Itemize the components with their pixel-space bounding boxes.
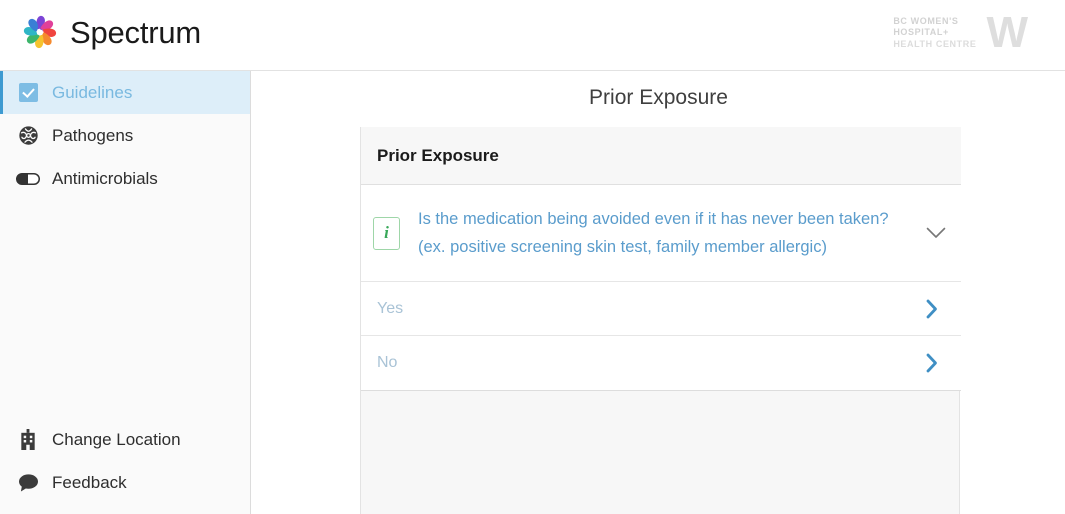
answer-row-yes[interactable]: Yes <box>361 282 961 336</box>
question-row[interactable]: i Is the medication being avoided even i… <box>361 185 961 282</box>
info-icon[interactable]: i <box>373 216 400 250</box>
sidebar-item-antimicrobials-label: Antimicrobials <box>52 169 158 188</box>
spectrum-pinwheel-logo-icon <box>18 10 62 54</box>
answer-label-yes: Yes <box>377 299 404 317</box>
main-content: Prior Exposure Prior Exposure i Is the m… <box>252 71 1065 514</box>
content-strip: Prior Exposure i Is the medication being… <box>360 127 961 514</box>
hospital-logo: BC Women's Hospital+ Health Centre W <box>893 8 1028 57</box>
app-root: Spectrum BC Women's Hospital+ Health Cen… <box>0 0 1065 514</box>
microbe-icon <box>16 124 40 148</box>
sidebar-primary-nav: Guidelines Pathogens Antimicrobials <box>0 71 250 200</box>
chevron-right-icon[interactable] <box>919 353 945 373</box>
sidebar-item-antimicrobials[interactable]: Antimicrobials <box>0 157 250 200</box>
checkbox-checked-icon <box>16 81 40 105</box>
answer-row-no[interactable]: No <box>361 336 961 390</box>
page-title: Prior Exposure <box>589 86 728 109</box>
sidebar-item-feedback-label: Feedback <box>52 473 127 492</box>
sidebar-item-guidelines-label: Guidelines <box>52 83 133 102</box>
question-card: Prior Exposure i Is the medication being… <box>361 127 961 391</box>
chevron-down-icon[interactable] <box>919 227 953 240</box>
card-header: Prior Exposure <box>361 127 961 185</box>
top-bar: Spectrum BC Women's Hospital+ Health Cen… <box>0 0 1065 71</box>
hospital-line-3: Health Centre <box>893 38 977 49</box>
hospital-logo-text: BC Women's Hospital+ Health Centre <box>893 16 976 51</box>
pill-capsule-icon <box>16 167 40 191</box>
chevron-right-icon[interactable] <box>919 299 945 319</box>
brand-name: Spectrum <box>70 14 202 50</box>
sidebar-item-change-location[interactable]: Change Location <box>0 418 250 461</box>
sidebar-item-pathogens[interactable]: Pathogens <box>0 114 250 157</box>
speech-bubble-icon <box>16 471 40 495</box>
hospital-line-1: BC Women's <box>893 15 959 26</box>
hospital-line-2: Hospital+ <box>893 27 949 38</box>
sidebar-item-pathogens-label: Pathogens <box>52 126 134 145</box>
sidebar-item-guidelines[interactable]: Guidelines <box>0 71 250 114</box>
sidebar-item-feedback[interactable]: Feedback <box>0 461 250 504</box>
sidebar-item-change-location-label: Change Location <box>52 430 181 449</box>
brand[interactable]: Spectrum <box>18 10 201 54</box>
answer-label-no: No <box>377 354 398 371</box>
sidebar: Guidelines Pathogens Antimicrobials Chan… <box>0 71 251 514</box>
hospital-monogram-icon: W <box>986 8 1028 57</box>
question-text: Is the medication being avoided even if … <box>418 210 889 256</box>
card-header-title: Prior Exposure <box>377 145 499 165</box>
sidebar-secondary-nav: Change Location Feedback <box>0 418 250 504</box>
hospital-building-icon <box>16 428 40 452</box>
